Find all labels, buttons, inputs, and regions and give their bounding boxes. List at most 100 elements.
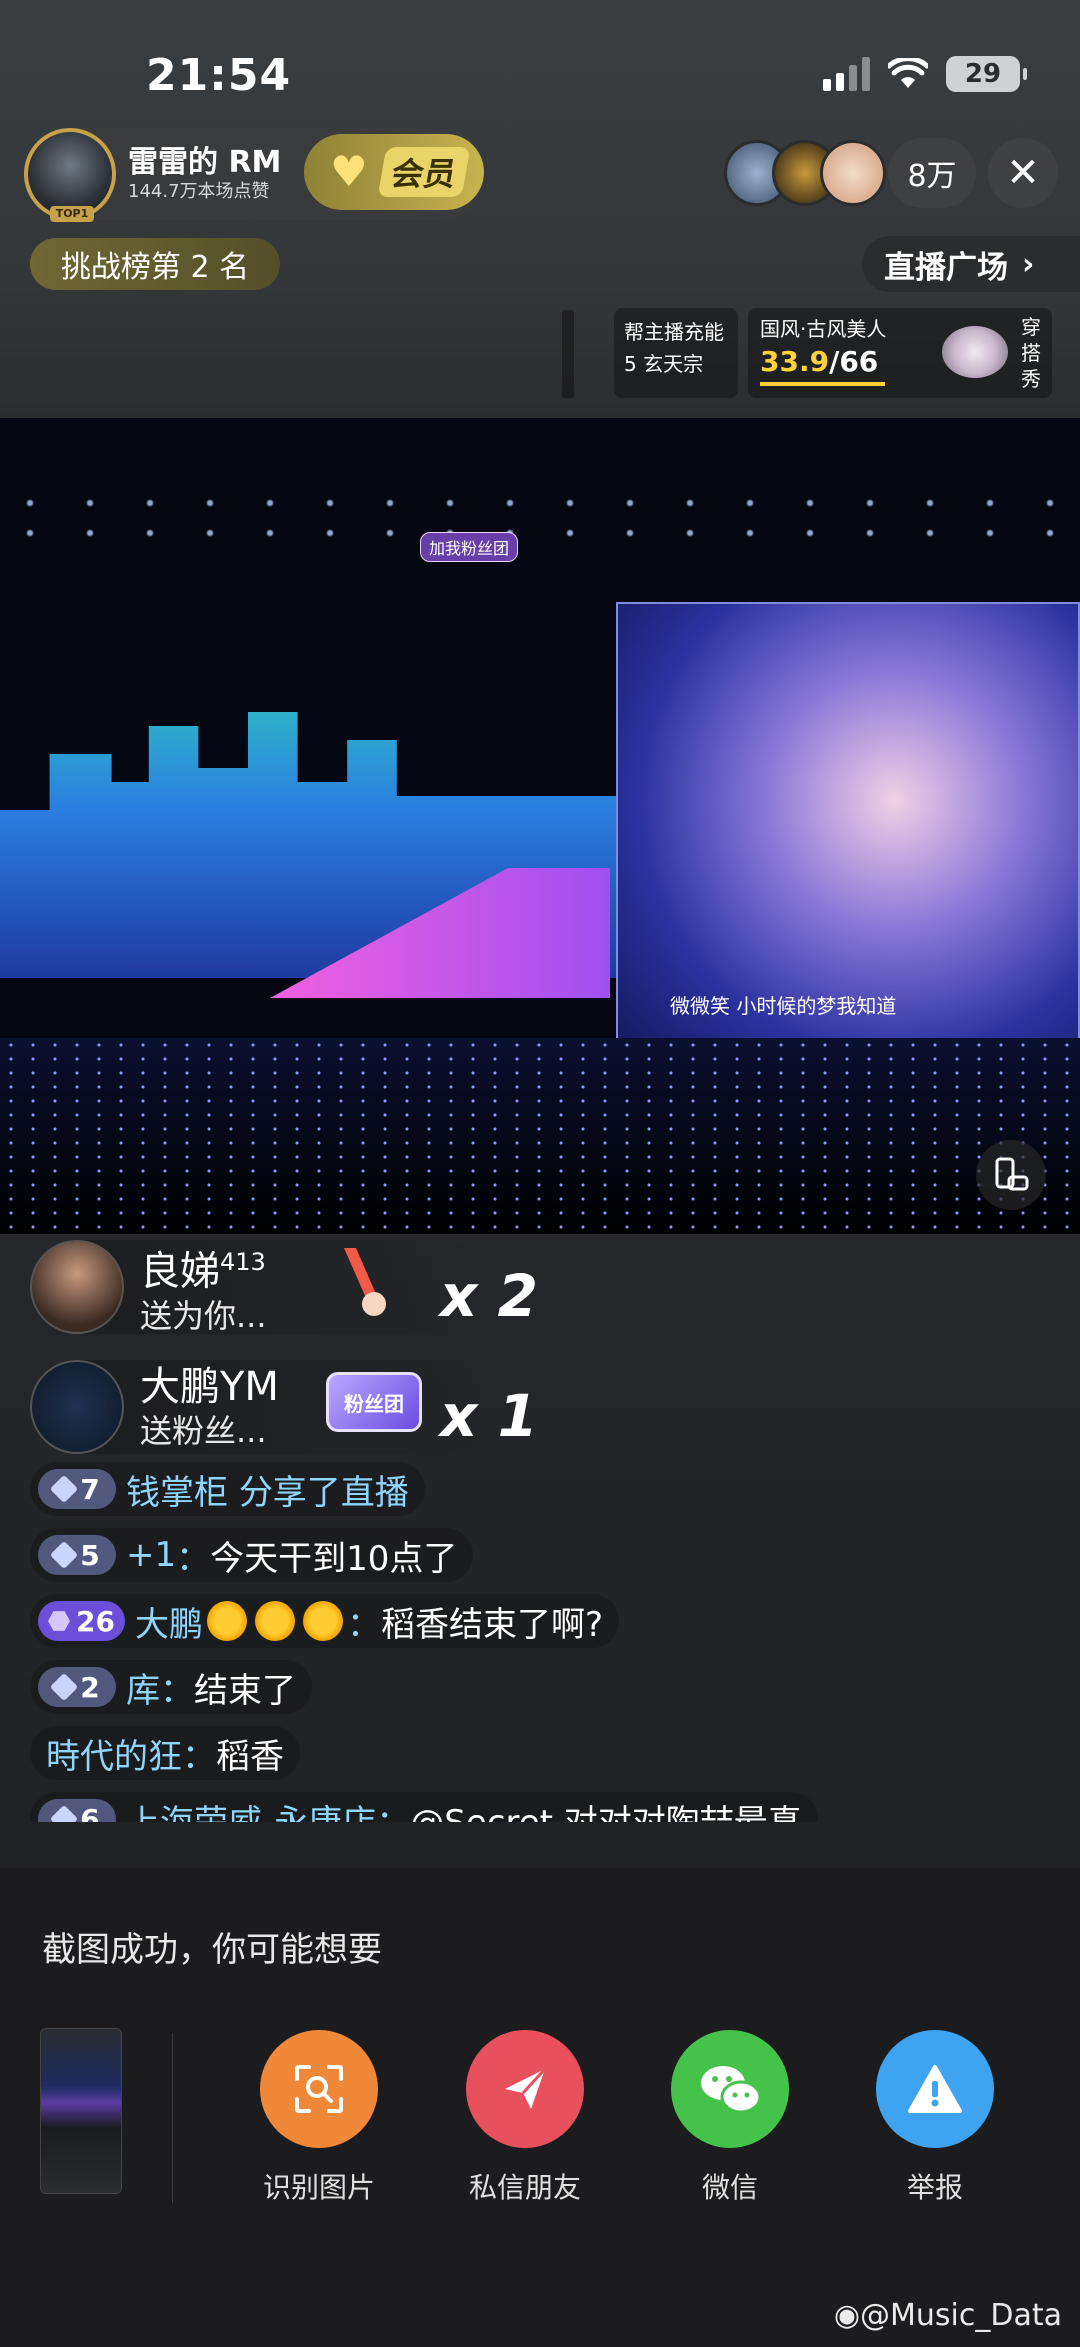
- action-label: 举报: [906, 2171, 963, 2204]
- chat-message: 2 库：结束了: [30, 1660, 1070, 1726]
- report-button[interactable]: 举报: [855, 2030, 1015, 2206]
- live-stream-screen: 21:54 29 TOP1 雷雷的 RM 144.7万本场点赞 ♥ 会员 8万 …: [0, 0, 1080, 2347]
- score-total: /66: [829, 345, 879, 378]
- chat-text: 分享了直播: [238, 1472, 409, 1513]
- sun-emoji-icon: [302, 1601, 343, 1641]
- close-button[interactable]: ✕: [988, 138, 1058, 208]
- style-progress-bar: [760, 382, 885, 386]
- wechat-button[interactable]: 微信: [650, 2030, 810, 2206]
- stage-lights: [0, 488, 1080, 548]
- viewer-count[interactable]: 8万: [888, 138, 976, 208]
- action-label: 识别图片: [262, 2171, 375, 2204]
- style-contest-card[interactable]: 国风·古风美人 33.9/66 穿搭秀: [748, 308, 1052, 398]
- chat-text: 结束了: [194, 1670, 296, 1711]
- warning-icon: [876, 2030, 994, 2148]
- level-badge: 7: [38, 1469, 116, 1509]
- screen-subtitle: 微微笑 小时候的梦我知道: [670, 994, 897, 1018]
- fan-club-icon: 粉丝团: [326, 1372, 422, 1432]
- score-current: 33.9: [760, 345, 830, 378]
- watermark: ◉@Music_Data: [833, 2298, 1062, 2333]
- chat-username[interactable]: 库: [126, 1663, 160, 1712]
- top1-badge: TOP1: [50, 206, 94, 222]
- host-likes: 144.7万本场点赞: [128, 181, 270, 202]
- chat-message: 6 上海荣威-永唐店：@Secret 对对对陶喆最真: [30, 1792, 1070, 1822]
- identify-image-button[interactable]: 识别图片: [239, 2030, 399, 2206]
- fan-club-tag[interactable]: 加我粉丝团: [420, 532, 519, 562]
- chat-message: 7 钱掌柜 分享了直播: [30, 1462, 1070, 1528]
- style-side-label: 穿搭秀: [1021, 315, 1041, 391]
- chat-text: 稻香: [216, 1736, 284, 1777]
- recharge-detail: 5 玄天宗: [624, 352, 704, 376]
- chat-username[interactable]: 時代的狂: [46, 1729, 182, 1778]
- weibo-icon: ◉: [833, 2298, 860, 2333]
- vip-button[interactable]: ♥ 会员: [304, 134, 484, 210]
- vip-label: 会员: [377, 147, 471, 197]
- chat-message: 5 +1：今天干到10点了: [30, 1528, 1070, 1594]
- divider: [562, 310, 574, 398]
- rank-badge[interactable]: 挑战榜第 2 名: [30, 238, 280, 290]
- level-badge: 2: [38, 1667, 116, 1707]
- gift-action: 送为你...: [140, 1296, 267, 1335]
- scan-image-icon: [260, 2030, 378, 2148]
- gift-sender-name: 良娣413: [140, 1248, 266, 1295]
- chat-username[interactable]: 大鹏: [135, 1597, 203, 1646]
- signal-icon: [823, 57, 870, 91]
- recharge-card[interactable]: 帮主播充能 5 玄天宗: [614, 308, 738, 398]
- diamond-icon: [50, 1672, 79, 1702]
- chat-text: @Secret 对对对陶喆最真: [410, 1795, 801, 1823]
- divider: [172, 2033, 173, 2203]
- gift-count: x 1: [440, 1382, 538, 1450]
- chat-text: 今天干到10点了: [210, 1538, 458, 1579]
- chat-username[interactable]: 上海荣威-永唐店: [126, 1795, 376, 1823]
- chat-text: 稻香结束了啊?: [380, 1604, 604, 1645]
- stage-screen: [616, 602, 1080, 1042]
- plaza-label: 直播广场: [884, 249, 1008, 286]
- send-icon: [466, 2030, 584, 2148]
- chevron-right-icon: ›: [1022, 246, 1035, 282]
- diamond-icon: [50, 1474, 79, 1504]
- screenshot-thumbnail[interactable]: [40, 2028, 122, 2194]
- hexagon-icon: [48, 1611, 70, 1631]
- close-icon: ✕: [1006, 150, 1040, 196]
- host-avatar[interactable]: TOP1: [24, 128, 116, 222]
- avatar[interactable]: [820, 140, 886, 206]
- flower-icon: [942, 326, 1008, 378]
- screenshot-share-sheet: 截图成功，你可能想要 识别图片 私信朋友 微信 举报: [0, 1868, 1080, 2347]
- crowd: [0, 1038, 1080, 1234]
- gift-count: x 2: [440, 1262, 538, 1330]
- baseball-bat-icon: [344, 1248, 386, 1316]
- host-name: 雷雷的 RM: [128, 145, 282, 180]
- recharge-title: 帮主播充能: [624, 320, 724, 344]
- viewer-avatars[interactable]: [724, 140, 886, 206]
- rotate-screen-button[interactable]: [976, 1140, 1046, 1210]
- level-badge: 6: [38, 1799, 116, 1822]
- gift-action: 送粉丝...: [140, 1412, 267, 1450]
- status-time: 21:54: [146, 50, 292, 101]
- chat-message: 26 大鹏 ：稻香结束了啊?: [30, 1594, 1070, 1660]
- diamond-icon: [50, 1540, 79, 1570]
- chat-list[interactable]: 7 钱掌柜 分享了直播 5 +1：今天干到10点了 26 大鹏 ：稻香结束了啊?…: [30, 1462, 1070, 1822]
- level-badge: 5: [38, 1535, 116, 1575]
- sheet-title: 截图成功，你可能想要: [42, 1930, 382, 1970]
- heart-icon: ♥: [330, 147, 368, 196]
- rotate-screen-icon: [995, 1157, 1029, 1191]
- gift-sender-name: 大鹏YM: [140, 1364, 279, 1410]
- live-video[interactable]: 微微笑 小时候的梦我知道 加我粉丝团: [0, 418, 1080, 1234]
- chat-username[interactable]: 钱掌柜: [126, 1465, 228, 1514]
- sun-emoji-icon: [206, 1601, 247, 1641]
- live-plaza-button[interactable]: 直播广场 ›: [862, 236, 1080, 292]
- wechat-icon: [671, 2030, 789, 2148]
- status-icons: 29: [823, 56, 1027, 92]
- level-badge: 26: [38, 1601, 125, 1641]
- gift-notification: 良娣413 送为你...: [30, 1240, 490, 1335]
- diamond-icon: [50, 1804, 79, 1822]
- chat-message: 時代的狂：稻香: [30, 1726, 1070, 1792]
- send-to-friend-button[interactable]: 私信朋友: [445, 2030, 605, 2206]
- avatar[interactable]: [30, 1240, 124, 1334]
- wifi-icon: [888, 58, 928, 88]
- action-label: 私信朋友: [468, 2171, 581, 2204]
- sun-emoji-icon: [254, 1601, 295, 1641]
- avatar[interactable]: [30, 1360, 124, 1454]
- battery-icon: 29: [946, 56, 1027, 92]
- chat-username[interactable]: +1: [126, 1535, 176, 1575]
